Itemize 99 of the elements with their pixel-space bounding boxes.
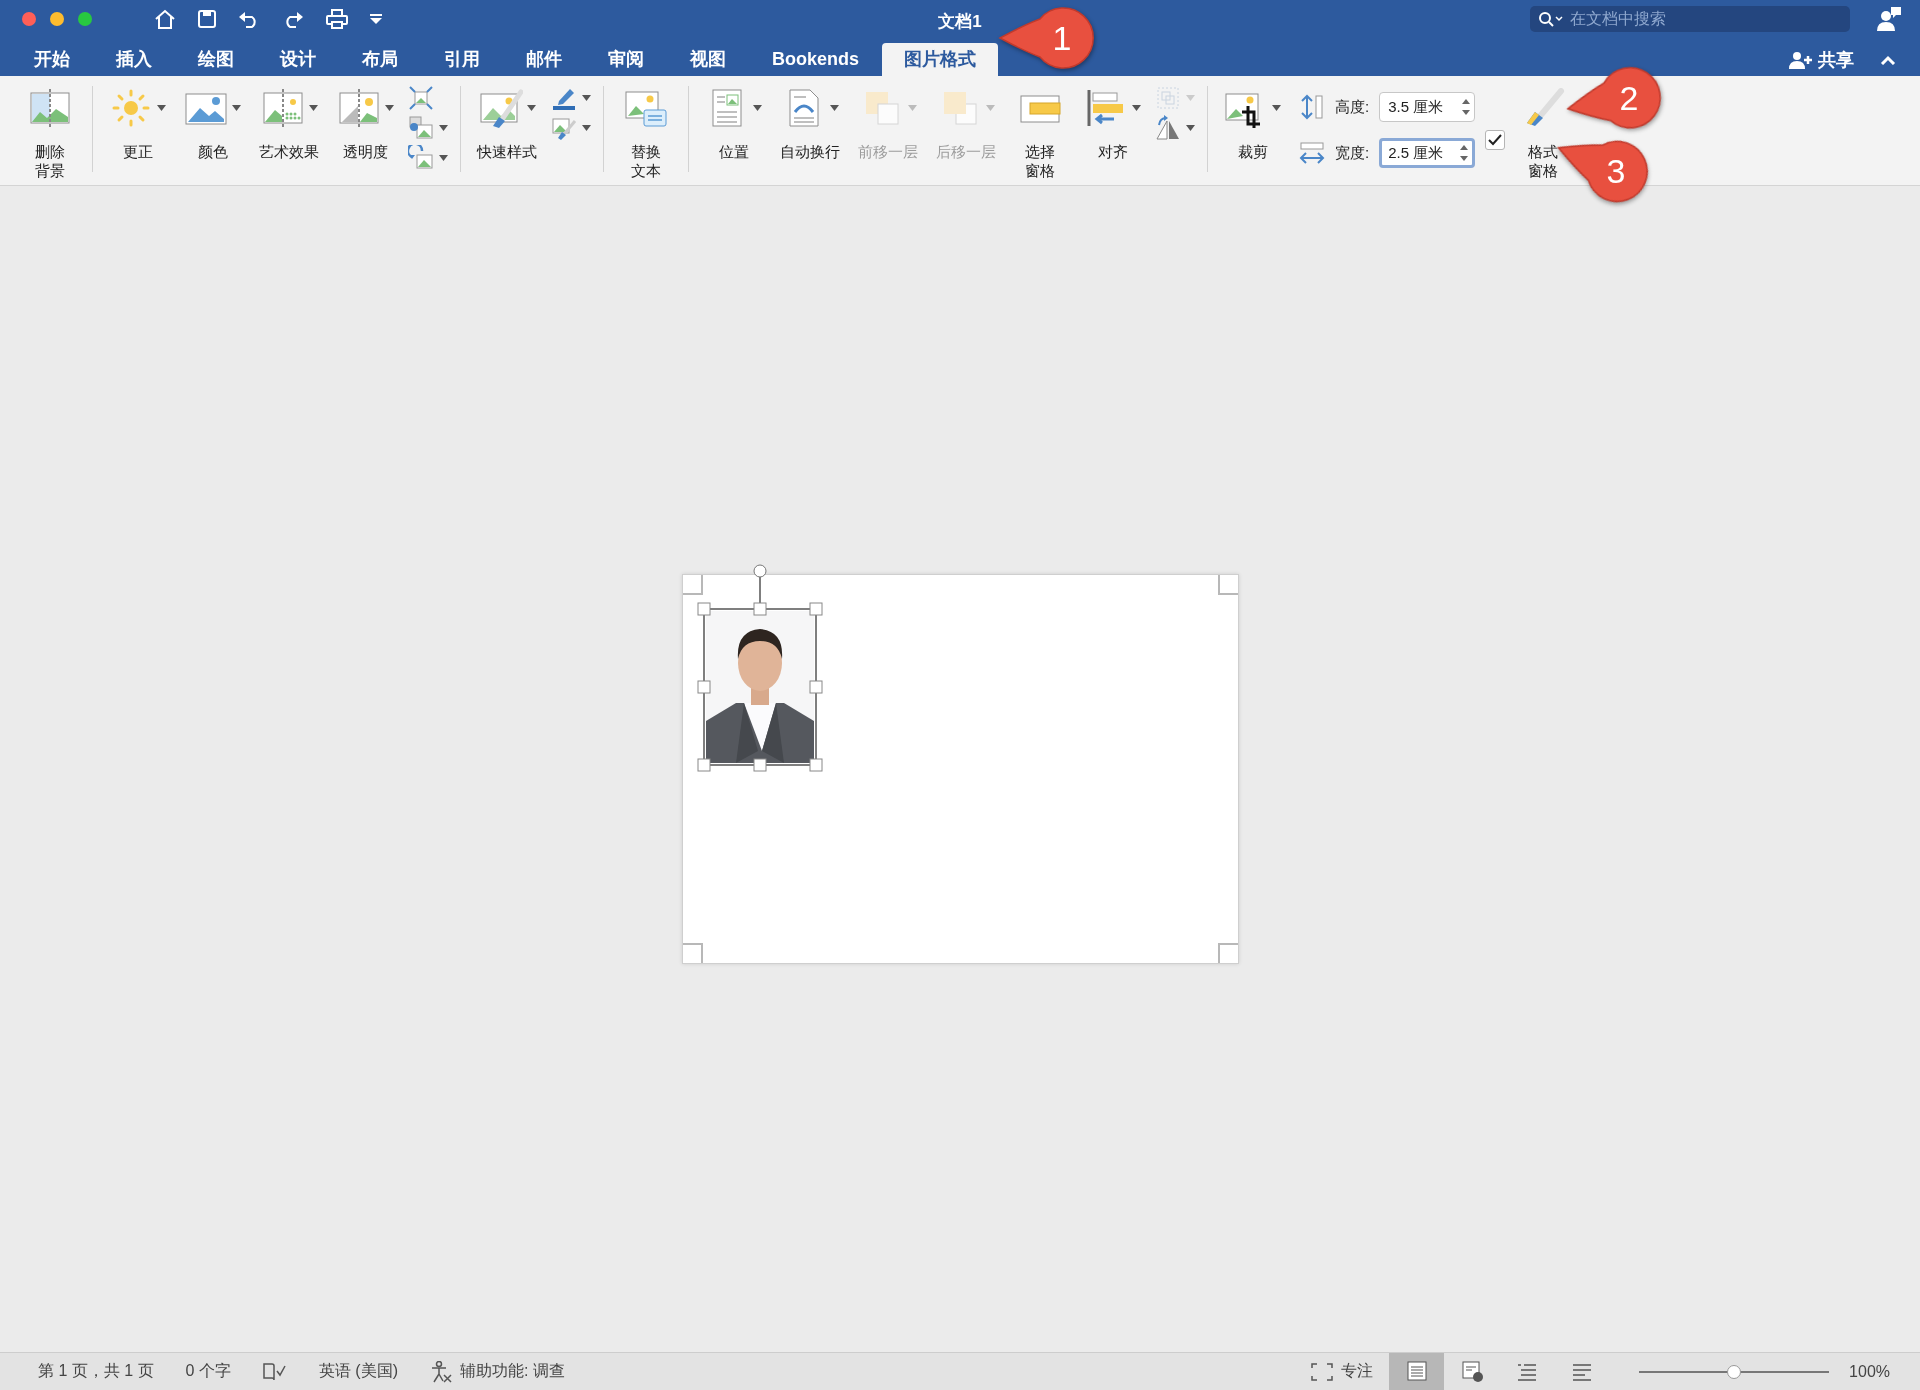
corner-mark <box>1217 943 1238 963</box>
caret-icon[interactable] <box>526 105 536 111</box>
web-layout-icon <box>1459 1359 1484 1384</box>
ribbon-button[interactable]: 对齐 <box>1078 86 1147 161</box>
print-layout-icon <box>1404 1359 1429 1384</box>
save-icon[interactable] <box>198 10 216 28</box>
focus-button[interactable]: 专注 <box>1311 1361 1374 1382</box>
tab[interactable]: 邮件 <box>503 43 585 76</box>
tab[interactable]: 布局 <box>339 43 421 76</box>
faded-landscape-icon <box>337 88 381 128</box>
corner-mark <box>682 575 703 595</box>
split-picture-icon <box>28 88 72 128</box>
tab[interactable]: 审阅 <box>585 43 667 76</box>
corner-mark <box>1217 575 1238 595</box>
add-person-icon <box>1789 50 1813 69</box>
tab[interactable]: 视图 <box>667 43 749 76</box>
caret-icon[interactable] <box>753 105 762 111</box>
tool-button[interactable] <box>406 146 450 170</box>
resize-handle[interactable] <box>753 758 766 772</box>
caret-icon[interactable] <box>582 125 591 131</box>
picture-text-icon <box>624 88 668 128</box>
ribbon-button[interactable]: 艺术效果 <box>253 86 325 161</box>
resize-handle[interactable] <box>697 680 710 694</box>
zoom-button[interactable] <box>78 12 92 26</box>
zoom-percent: 100% <box>1849 1362 1891 1381</box>
ribbon-button[interactable]: 透明度 <box>331 86 400 161</box>
status-text: 英语 (美国) <box>318 1361 399 1381</box>
caret-icon[interactable] <box>829 105 839 111</box>
resize-handle[interactable] <box>753 602 766 616</box>
size-field[interactable]: 3.5 厘米 <box>1379 92 1476 122</box>
accessibility-icon <box>430 1360 453 1383</box>
ribbon-button[interactable]: 快速样式 <box>471 86 543 161</box>
width-arrows-icon <box>1299 140 1325 166</box>
person-comment-icon[interactable] <box>1876 6 1902 32</box>
swap-picture-icon <box>408 115 434 141</box>
caret-icon[interactable] <box>232 105 241 111</box>
picture-brush-icon <box>478 88 523 128</box>
tab[interactable]: 引用 <box>421 43 503 76</box>
dashed-squares-icon <box>1155 85 1181 111</box>
caret-icon[interactable] <box>1186 125 1195 131</box>
reset-picture-icon <box>408 145 434 171</box>
accessibility-button[interactable]: 辅助功能: 调查 <box>430 1360 565 1383</box>
caret-icon[interactable] <box>1272 105 1281 111</box>
share-button[interactable]: 共享 <box>1789 47 1854 72</box>
checkbox[interactable] <box>1485 130 1506 150</box>
rotate-handle[interactable] <box>753 564 766 604</box>
ribbon-button[interactable]: 删除 背景 <box>18 86 82 180</box>
corner-mark <box>682 943 703 963</box>
height-arrows-icon <box>1299 94 1325 120</box>
size-label: 高度: <box>1335 97 1370 117</box>
customize-caret-icon[interactable] <box>370 14 382 24</box>
home-icon[interactable] <box>154 9 176 29</box>
tool-button[interactable] <box>549 116 593 140</box>
search-field[interactable]: 在文档中搜索 <box>1530 6 1850 32</box>
status-text: 第 1 页，共 1 页 <box>38 1361 154 1381</box>
ribbon-button[interactable]: 位置 <box>699 86 768 161</box>
ribbon-button[interactable]: 选择 窗格 <box>1008 86 1072 180</box>
print-icon[interactable] <box>326 9 348 29</box>
book-check-icon[interactable] <box>262 1361 287 1382</box>
caret-icon[interactable] <box>157 105 166 111</box>
collapse-icon[interactable] <box>1880 54 1896 65</box>
dotted-landscape-icon <box>260 88 305 128</box>
search-icon <box>1538 11 1564 27</box>
tab[interactable]: 插入 <box>93 43 175 76</box>
caret-icon[interactable] <box>439 155 448 161</box>
resize-handle[interactable] <box>809 602 822 616</box>
caret-icon[interactable] <box>385 105 394 111</box>
zoom-slider[interactable] <box>1639 1364 1830 1379</box>
status-text: 0 个字 <box>185 1361 231 1381</box>
size-label: 宽度: <box>1335 143 1370 163</box>
ribbon-button[interactable]: 替换 文本 <box>614 86 678 180</box>
ribbon-button[interactable]: 更正 <box>103 86 172 161</box>
view-button[interactable] <box>1389 1352 1445 1390</box>
window-title: 文档1 <box>938 10 982 33</box>
tool-button[interactable] <box>406 116 450 140</box>
tab[interactable]: Bookends <box>749 43 882 76</box>
tool-button[interactable] <box>1153 116 1197 140</box>
ribbon-button[interactable]: 裁剪 <box>1218 86 1287 161</box>
caret-icon[interactable] <box>439 125 448 131</box>
rotate-triangle-icon <box>1155 115 1181 141</box>
brush-picture-icon <box>551 115 577 141</box>
caret-icon[interactable] <box>308 105 318 111</box>
size-field[interactable]: 2.5 厘米 <box>1379 138 1476 168</box>
minimize-button[interactable] <box>50 12 64 26</box>
resize-handle[interactable] <box>809 758 822 772</box>
tab[interactable]: 开始 <box>11 43 93 76</box>
slider-thumb[interactable] <box>1727 1364 1742 1379</box>
resize-handle[interactable] <box>697 602 710 616</box>
focus-icon <box>1311 1362 1334 1381</box>
ribbon-button[interactable]: 自动换行 <box>774 86 846 161</box>
resize-handle[interactable] <box>697 758 710 772</box>
resize-handle[interactable] <box>809 680 822 694</box>
tab[interactable]: 图片格式 <box>882 43 998 76</box>
compress-arrows-icon <box>408 85 434 111</box>
tab[interactable]: 绘图 <box>175 43 257 76</box>
tab[interactable]: 设计 <box>257 43 339 76</box>
caret-icon[interactable] <box>1132 105 1141 111</box>
caret-icon[interactable] <box>582 95 591 101</box>
ribbon-button[interactable]: 颜色 <box>178 86 247 161</box>
